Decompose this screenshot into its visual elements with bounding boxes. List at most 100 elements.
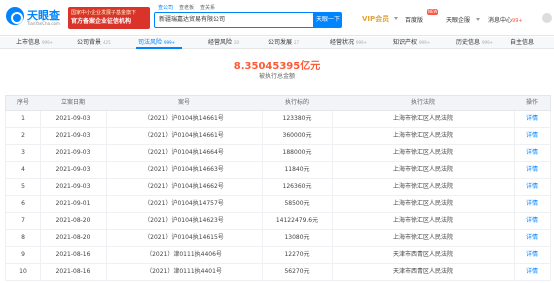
column-divider (262, 230, 263, 246)
total-amount: 8.35045395亿元 (233, 61, 321, 72)
tab-company-background[interactable]: 公司背景 425 (77, 37, 111, 49)
tab-label: 上市信息 (16, 39, 41, 46)
column-divider (40, 145, 41, 161)
column-divider (106, 145, 107, 161)
nav-baidu-version[interactable]: 百度版 (405, 15, 423, 24)
cell-case-number: （2021）沪0104执14664号 (144, 149, 224, 156)
cell-detail-link[interactable]: 详情 (514, 179, 550, 195)
cell-case-number: （2021）沪0104执14661号 (144, 115, 224, 122)
tab-count: 999+ (42, 40, 54, 45)
tab-operating-risk[interactable]: 经营风险 20 (208, 37, 239, 49)
column-divider (332, 111, 333, 127)
cell-case-number: （2021）津0111执4401号 (146, 268, 222, 275)
cell-index: 1 (21, 115, 25, 122)
column-divider (106, 162, 107, 178)
column-divider (332, 230, 333, 246)
column-divider (332, 264, 333, 280)
tab-count: 999+ (482, 40, 494, 45)
search-tab-relation[interactable]: 查关系 (200, 4, 215, 11)
cell-filing-date: 2021-09-01 (55, 200, 91, 207)
column-divider (106, 247, 107, 263)
table-row: 7 2021-08-20 （2021）沪0104执14623号 14122479.6元… (5, 213, 551, 230)
cell-amount: 14122479.6元 (275, 217, 319, 224)
column-divider (106, 196, 107, 212)
promo-banner[interactable]: 国家中小企业发展子基金旗下 官方备案企业征信机构 (68, 7, 150, 29)
tab-self-info[interactable]: 自主信息 (510, 37, 534, 49)
cell-filing-date: 2021-09-03 (55, 183, 91, 190)
tab-history-info[interactable]: 历史信息 999+ (456, 37, 493, 49)
top-header: 天眼查 TianYanCha.com 国家中小企业发展子基金旗下 官方备案企业征… (0, 0, 554, 36)
tab-listing-info[interactable]: 上市信息 999+ (16, 37, 53, 49)
column-divider (514, 145, 515, 161)
cell-index: 8 (21, 234, 25, 241)
table-row: 6 2021-09-01 （2021）沪0104执14757号 58500元 上海市徐汇… (5, 196, 551, 213)
tab-label: 经营状况 (330, 39, 355, 46)
enterprise-caret-icon (476, 18, 480, 21)
column-divider (262, 145, 263, 161)
cell-case-number: （2021）津0111执4406号 (146, 251, 222, 258)
cell-detail-link[interactable]: 详情 (514, 162, 550, 178)
cell-detail-link[interactable]: 详情 (514, 247, 550, 263)
column-divider (514, 128, 515, 144)
cell-index: 6 (21, 200, 25, 207)
cell-amount: 12270元 (284, 251, 310, 258)
column-divider (514, 196, 515, 212)
tab-intellectual-property[interactable]: 知识产权 999+ (393, 37, 430, 49)
column-divider (262, 264, 263, 280)
table-row: 8 2021-08-20 （2021）沪0104执14615号 13080元 上海市徐汇… (5, 230, 551, 247)
search-button[interactable]: 天眼一下 (314, 12, 342, 28)
cell-index: 10 (19, 268, 27, 275)
cell-filing-date: 2021-08-20 (55, 234, 91, 241)
column-divider (40, 264, 41, 280)
column-divider (332, 179, 333, 195)
column-divider (514, 213, 515, 229)
column-divider (40, 230, 41, 246)
logo-eye-icon (6, 7, 24, 25)
tab-operating-status[interactable]: 经营状况 999+ (330, 37, 367, 49)
cell-detail-link[interactable]: 详情 (514, 145, 550, 161)
avatar[interactable] (542, 13, 552, 23)
column-divider (40, 128, 41, 144)
cell-court: 上海市徐汇区人民法院 (392, 115, 453, 122)
nav-enterprise-service[interactable]: 天眼企服 (446, 15, 470, 24)
tab-company-development[interactable]: 公司发展 27 (268, 37, 299, 49)
cell-detail-link[interactable]: 详情 (514, 196, 550, 212)
cell-case-number: （2021）沪0104执14662号 (144, 183, 224, 190)
vip-link[interactable]: VIP会员 (362, 14, 389, 24)
column-divider (262, 128, 263, 144)
column-divider (262, 213, 263, 229)
cell-index: 5 (21, 183, 25, 190)
header-filing-date: 立案日期 (60, 99, 85, 106)
search-input[interactable]: 新疆瑞嘉达贸易有限公司 (154, 12, 314, 28)
search-tab-company[interactable]: 查公司 (158, 4, 173, 11)
column-divider (40, 196, 41, 212)
cell-detail-link[interactable]: 详情 (514, 264, 550, 280)
tab-count: 20 (234, 40, 240, 45)
cell-detail-link[interactable]: 详情 (514, 111, 550, 127)
column-divider (40, 179, 41, 195)
tab-count: 27 (294, 40, 300, 45)
cell-detail-link[interactable]: 详情 (514, 128, 550, 144)
cell-index: 9 (21, 251, 25, 258)
section-tabs: 上市信息 999+ 公司背景 425 司法风险 999+ 经营风险 20 公司发展 27 … (0, 37, 554, 49)
tab-count: 999+ (419, 40, 431, 45)
nav-message-center[interactable]: 消息中心99+ (488, 15, 523, 24)
cell-case-number: （2021）沪0104执14663号 (144, 166, 224, 173)
search-tab-boss[interactable]: 查老板 (179, 4, 194, 11)
cell-filing-date: 2021-09-03 (55, 132, 91, 139)
cell-filing-date: 2021-08-16 (55, 268, 91, 275)
column-divider (106, 111, 107, 127)
cell-amount: 123380元 (282, 115, 312, 122)
new-badge: NEW (427, 9, 439, 15)
cell-detail-link[interactable]: 详情 (514, 213, 550, 229)
header-action: 操作 (525, 99, 538, 106)
column-divider (514, 247, 515, 263)
logo[interactable]: 天眼查 TianYanCha.com (6, 6, 64, 28)
header-index: 序号 (16, 99, 29, 106)
table-row: 1 2021-09-03 （2021）沪0104执14661号 123380元 上海市徐… (5, 111, 551, 128)
cell-detail-link[interactable]: 详情 (514, 230, 550, 246)
cell-amount: 56270元 (284, 268, 310, 275)
tab-label: 历史信息 (456, 39, 481, 46)
tab-label: 司法风险 (138, 39, 163, 46)
cell-case-number: （2021）沪0104执14615号 (144, 234, 224, 241)
